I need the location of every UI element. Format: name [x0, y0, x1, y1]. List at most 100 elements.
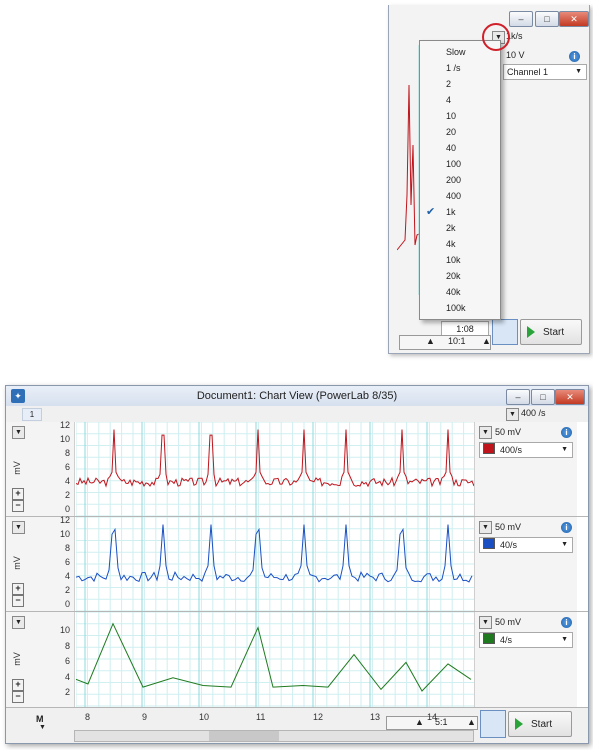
zoom-in-button[interactable]: +: [12, 488, 24, 500]
info-icon[interactable]: i: [561, 427, 572, 438]
zoom-in-button[interactable]: +: [12, 679, 24, 691]
zoom-out-button[interactable]: −: [12, 595, 24, 607]
y-tick-label: 4: [64, 671, 70, 682]
rate-option[interactable]: Slow: [446, 47, 466, 57]
scale-menu-arrow-icon[interactable]: ▼: [12, 521, 25, 534]
info-icon[interactable]: i: [569, 51, 580, 62]
rate-option[interactable]: 4k: [446, 239, 456, 249]
scale-menu-arrow-icon[interactable]: ▼: [12, 426, 25, 439]
y-tick-label: 8: [64, 543, 70, 553]
toolbar: 1 ▼ 400 /s: [6, 406, 588, 423]
channel-scale-column: ▼ mV 10 8 6 4 2 + −: [6, 612, 75, 707]
range-value[interactable]: 10 V: [506, 50, 525, 60]
unit-label: mV: [11, 556, 22, 570]
info-icon[interactable]: i: [561, 522, 572, 533]
y-tick-label: 2: [64, 490, 70, 500]
y-tick-label: 2: [64, 687, 70, 698]
y-tick-label: 8: [64, 448, 70, 458]
rate-option[interactable]: 20k: [446, 271, 461, 281]
signal-trace: [76, 429, 474, 488]
rate-option[interactable]: 2: [446, 79, 451, 89]
rate-option[interactable]: 1k: [446, 207, 456, 217]
y-tick-label: 0: [64, 599, 70, 609]
range-dropdown-arrow-icon[interactable]: ▼: [479, 426, 492, 439]
close-button[interactable]: ✕: [555, 389, 585, 405]
rate-option[interactable]: 40k: [446, 287, 461, 297]
start-button[interactable]: Start: [520, 319, 582, 345]
range-value[interactable]: 50 mV: [495, 427, 521, 437]
range-value[interactable]: 50 mV: [495, 522, 521, 532]
rate-option[interactable]: 200: [446, 175, 461, 185]
mountain-icon[interactable]: ▲: [415, 717, 424, 727]
x-tick-label: 9: [142, 712, 148, 722]
channel-scale-column: ▼ mV 12 10 8 6 4 2 0 + −: [6, 420, 75, 516]
range-dropdown-arrow-icon[interactable]: ▼: [479, 616, 492, 629]
channel-rate-value: 400/s: [500, 445, 523, 455]
mountain-large-icon[interactable]: ▲: [467, 717, 476, 727]
signal-trace: [76, 524, 473, 583]
channel-settings-column: ▼ 50 mV i 4/s ▼: [474, 612, 577, 707]
zoom-in-button[interactable]: +: [12, 583, 24, 595]
channel-rate-value: 4/s: [500, 635, 513, 645]
maximize-button[interactable]: □: [531, 389, 555, 405]
mountain-large-icon[interactable]: ▲: [482, 336, 491, 346]
y-tick-label: 8: [64, 640, 70, 651]
rate-value[interactable]: 400 /s: [521, 408, 546, 418]
y-tick-label: 4: [64, 476, 70, 486]
rate-option[interactable]: 400: [446, 191, 461, 201]
rate-option[interactable]: 20: [446, 127, 456, 137]
channel-plot: [76, 517, 474, 611]
tab-1[interactable]: 1: [22, 408, 42, 421]
display-settings-icon[interactable]: [492, 319, 518, 345]
rate-dropdown-arrow-icon[interactable]: ▼: [506, 408, 519, 421]
highlight-circle: [482, 23, 510, 51]
rate-option[interactable]: 10: [446, 111, 456, 121]
chevron-down-icon: ▼: [561, 446, 568, 453]
x-tick-label: 13: [370, 712, 381, 722]
channel-rate-select[interactable]: 4/s ▼: [479, 632, 573, 648]
channel-panel: ▼ mV 12 10 8 6 4 2 0 + − ▼ 50 mV i 40/s ▼: [6, 515, 588, 612]
channel-panel: ▼ mV 12 10 8 6 4 2 0 + − ▼ 50 mV i 400/s ▼: [6, 420, 588, 517]
channel-scale-column: ▼ mV 12 10 8 6 4 2 0 + −: [6, 515, 75, 611]
mountain-icon[interactable]: ▲: [426, 336, 435, 346]
y-tick-label: 4: [64, 571, 70, 581]
unit-label: mV: [11, 651, 22, 666]
maximize-button[interactable]: □: [535, 11, 559, 27]
info-icon[interactable]: i: [561, 617, 572, 628]
channel-settings-column: ▼ 50 mV i 400/s ▼: [474, 422, 577, 516]
channel-panel: ▼ mV 10 8 6 4 2 + − ▼ 50 mV i 4/s ▼: [6, 612, 588, 708]
zoom-out-button[interactable]: −: [12, 691, 24, 703]
rate-option[interactable]: 10k: [446, 255, 461, 265]
scale-menu-arrow-icon[interactable]: ▼: [12, 616, 25, 629]
display-settings-icon[interactable]: [480, 710, 506, 738]
channel-select[interactable]: Channel 1 ▼: [503, 64, 587, 80]
play-icon: [527, 326, 535, 339]
scroll-thumb[interactable]: [209, 731, 279, 741]
rate-option[interactable]: 2k: [446, 223, 456, 233]
rate-option[interactable]: 40: [446, 143, 456, 153]
channel-settings-column: ▼ 50 mV i 40/s ▼: [474, 517, 577, 611]
check-icon: ✔: [426, 206, 436, 218]
minimize-button[interactable]: –: [506, 389, 530, 405]
bottom-bar: M ▼ ▲ 5:1 ▲ Start: [6, 708, 588, 743]
range-dropdown-arrow-icon[interactable]: ▼: [479, 521, 492, 534]
rate-dropdown-menu: Slow 1 /s 2 4 10 20 40 100 200 400 1k ✔ 2k 4k 10k 20k 40…: [419, 40, 501, 320]
rate-option[interactable]: 4: [446, 95, 451, 105]
play-icon: [515, 718, 523, 731]
rate-option[interactable]: 100: [446, 159, 461, 169]
rate-option[interactable]: 100k: [446, 303, 466, 313]
start-button[interactable]: Start: [508, 711, 572, 737]
channel-rate-select[interactable]: 40/s ▼: [479, 537, 573, 553]
rate-option[interactable]: 1 /s: [446, 63, 461, 73]
zoom-out-button[interactable]: −: [12, 500, 24, 512]
chevron-down-icon: ▼: [561, 636, 568, 643]
range-value[interactable]: 50 mV: [495, 617, 521, 627]
title-bar: ✦ Document1: Chart View (PowerLab 8/35) …: [6, 386, 588, 406]
marker-button[interactable]: M: [36, 714, 44, 724]
close-button[interactable]: ✕: [559, 11, 589, 27]
channel-rate-select[interactable]: 400/s ▼: [479, 442, 573, 458]
channel-rate-value: 40/s: [500, 540, 518, 550]
horizontal-scrollbar[interactable]: [74, 730, 474, 742]
channel-plot: [76, 422, 474, 516]
minimize-button[interactable]: –: [509, 11, 533, 27]
